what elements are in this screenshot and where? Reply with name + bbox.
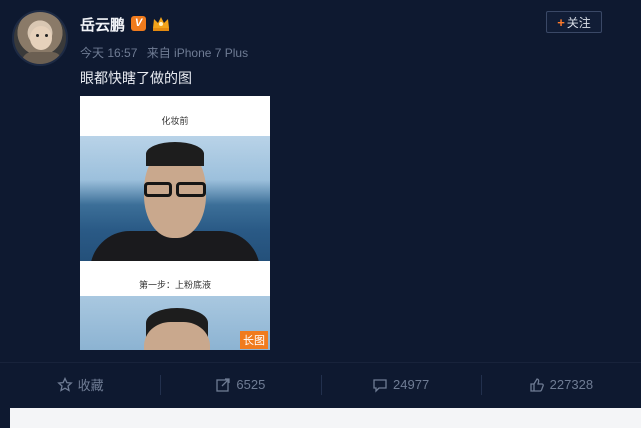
glasses-right — [176, 182, 206, 197]
like-count: 227328 — [549, 377, 594, 392]
avatar-face — [30, 26, 52, 50]
crown-icon[interactable] — [151, 14, 171, 32]
selfie-photo-top — [80, 136, 270, 261]
repost-count: 6525 — [236, 377, 266, 392]
repost-icon — [216, 377, 231, 392]
hair-shape — [146, 142, 204, 166]
verified-v-icon[interactable]: V — [131, 16, 146, 31]
follow-button[interactable]: + 关注 — [546, 11, 602, 33]
comment-icon — [373, 378, 387, 393]
image-heading-top: 化妆前 — [161, 116, 189, 126]
action-bar: 收藏 6525 24977 227328 — [0, 362, 641, 406]
favorite-label: 收藏 — [77, 378, 104, 393]
post-time[interactable]: 今天 16:57 — [80, 46, 137, 60]
post-image[interactable]: 化妆前 第一步：上粉底液 长图 — [80, 96, 270, 350]
username[interactable]: 岳云鹏 — [80, 14, 125, 35]
plus-icon: + — [557, 14, 565, 30]
post-text: 眼都快瞎了做的图 — [80, 70, 192, 86]
long-image-tag: 长图 — [240, 331, 268, 349]
image-heading-mid: 第一步：上粉底液 — [138, 280, 211, 290]
thumbs-up-icon — [530, 377, 544, 392]
comment-count: 24977 — [393, 377, 430, 392]
post-meta: 今天 16:57 来自 iPhone 7 Plus — [80, 44, 248, 61]
avatar-eye — [45, 34, 48, 37]
avatar-shirt — [22, 52, 62, 64]
post-source: 来自 iPhone 7 Plus — [146, 46, 249, 60]
follow-label: 关注 — [566, 15, 591, 30]
avatar-eye — [36, 34, 39, 37]
glasses-left — [144, 182, 172, 197]
like-button[interactable]: 227328 — [480, 363, 641, 406]
comment-button[interactable]: 24977 — [320, 363, 481, 406]
favorite-button[interactable]: 收藏 — [0, 363, 160, 406]
avatar[interactable] — [12, 10, 68, 66]
star-icon — [56, 376, 73, 392]
next-post-edge — [10, 408, 641, 428]
repost-button[interactable]: 6525 — [160, 363, 320, 406]
